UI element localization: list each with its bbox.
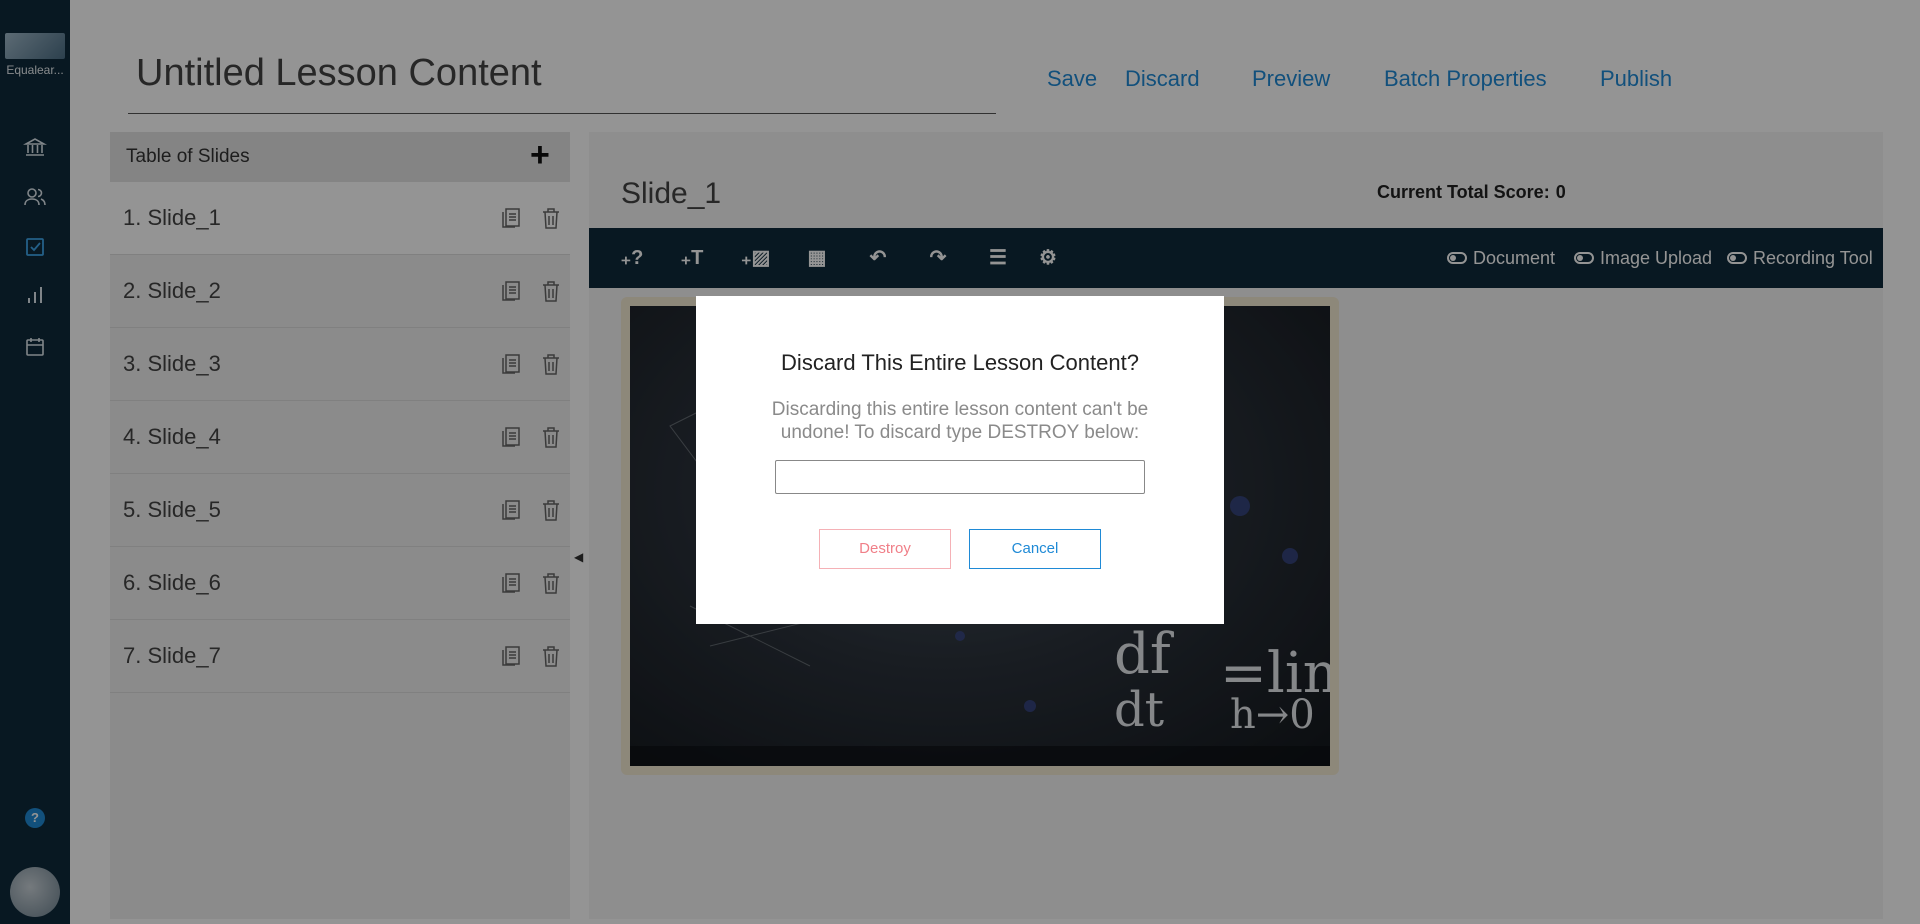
destroy-button[interactable]: Destroy [819, 529, 951, 569]
cancel-button[interactable]: Cancel [969, 529, 1101, 569]
dialog-message: Discarding this entire lesson content ca… [771, 399, 1149, 443]
discard-confirm-dialog: Discard This Entire Lesson Content? Disc… [696, 296, 1224, 624]
dialog-title: Discard This Entire Lesson Content? [781, 350, 1139, 375]
destroy-confirm-input[interactable] [775, 460, 1145, 494]
